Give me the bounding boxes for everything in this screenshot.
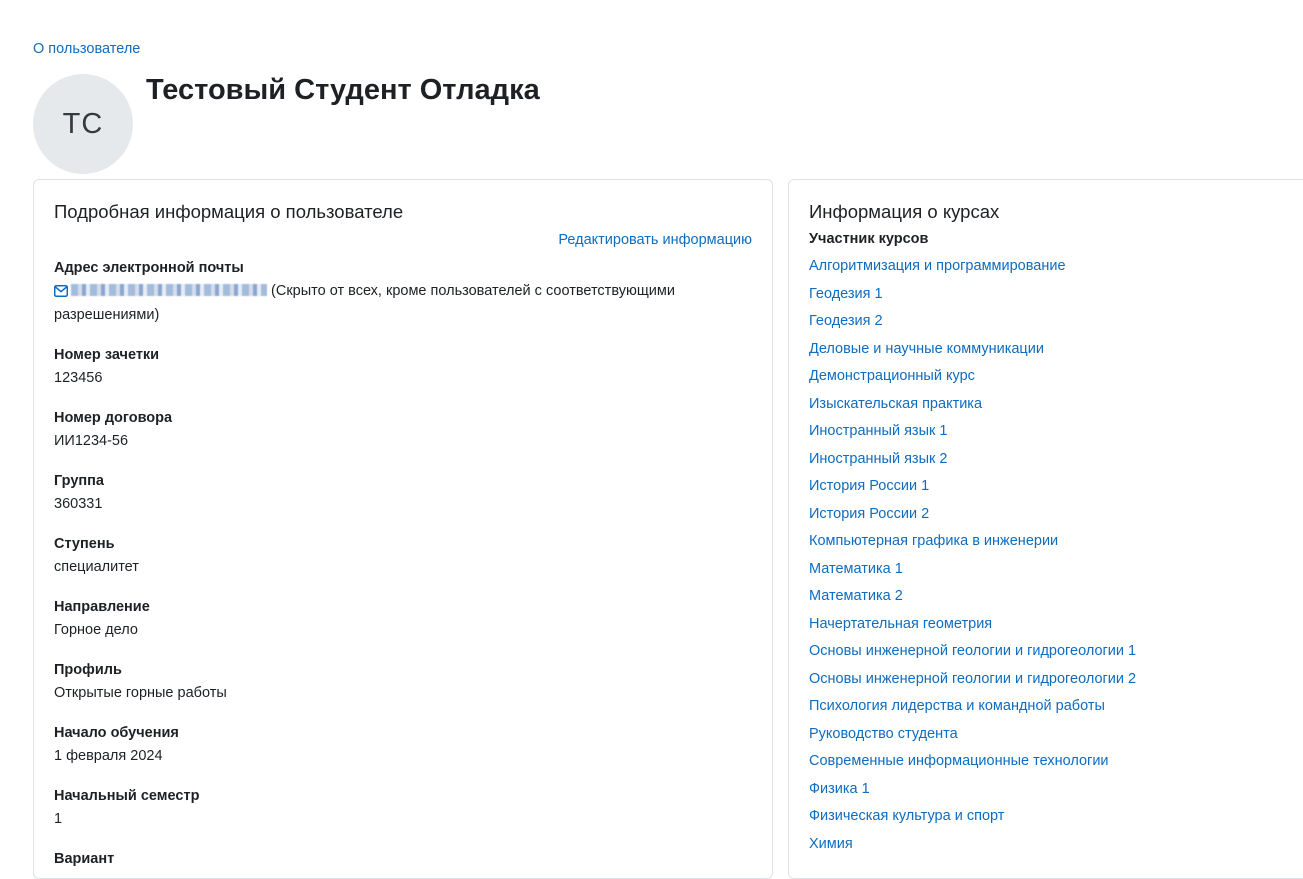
course-list-item: Геодезия 2: [809, 308, 1303, 336]
course-list-item: История России 1: [809, 473, 1303, 501]
email-field: Адрес электронной почты (Скрыто от всех,…: [54, 258, 752, 326]
profile-field: Номер договора ИИ1234-56: [54, 408, 752, 452]
course-link[interactable]: Изыскательская практика: [809, 396, 982, 412]
field-value: 1 февраля 2024: [54, 748, 163, 764]
course-link[interactable]: Демонстрационный курс: [809, 368, 975, 384]
field-value: Горное дело: [54, 622, 138, 638]
course-details-card: Информация о курсах Участник курсов Алго…: [788, 179, 1303, 879]
field-label: Направление: [54, 599, 150, 615]
field-value: 123456: [54, 370, 103, 386]
course-list-item: Изыскательская практика: [809, 391, 1303, 419]
course-link[interactable]: Химия: [809, 836, 853, 852]
course-link[interactable]: Начертательная геометрия: [809, 616, 992, 632]
email-address-link[interactable]: [71, 284, 267, 296]
course-link[interactable]: Психология лидерства и командной работы: [809, 698, 1105, 714]
course-link[interactable]: Иностранный язык 2: [809, 451, 947, 467]
course-list-item: Математика 1: [809, 556, 1303, 584]
course-list-item: Физика 1: [809, 776, 1303, 804]
course-list-item: Демонстрационный курс: [809, 363, 1303, 391]
field-label: Вариант: [54, 851, 115, 867]
course-link[interactable]: История России 1: [809, 478, 929, 494]
field-label: Группа: [54, 473, 104, 489]
course-list-item: Современные информационные технологии: [809, 748, 1303, 776]
course-details-title: Информация о курсах: [809, 201, 1000, 222]
field-label: Ступень: [54, 536, 115, 552]
course-profiles-heading: Участник курсов: [809, 231, 929, 247]
profile-field: Начальный семестр 1: [54, 786, 752, 830]
profile-field: Номер зачетки 123456: [54, 345, 752, 389]
course-link[interactable]: Компьютерная графика в инженерии: [809, 533, 1058, 549]
course-link[interactable]: Физическая культура и спорт: [809, 808, 1004, 824]
course-list-item: Алгоритмизация и программирование: [809, 253, 1303, 281]
envelope-icon: [54, 282, 68, 304]
course-link[interactable]: Деловые и научные коммуникации: [809, 341, 1044, 357]
profile-field: Вариант: [54, 849, 752, 869]
profile-field: Группа 360331: [54, 471, 752, 515]
course-list-item: Руководство студента: [809, 721, 1303, 749]
course-link[interactable]: История России 2: [809, 506, 929, 522]
course-list-item: Математика 2: [809, 583, 1303, 611]
edit-profile-link[interactable]: Редактировать информацию: [558, 232, 752, 248]
field-value: 360331: [54, 496, 103, 512]
page-title: Тестовый Студент Отладка: [146, 74, 540, 106]
course-link[interactable]: Основы инженерной геологии и гидрогеолог…: [809, 671, 1136, 687]
field-label: Номер зачетки: [54, 347, 160, 363]
course-list-item: Иностранный язык 1: [809, 418, 1303, 446]
course-list-item: Основы инженерной геологии и гидрогеолог…: [809, 638, 1303, 666]
course-list-item: Начертательная геометрия: [809, 611, 1303, 639]
course-link[interactable]: Геодезия 1: [809, 286, 883, 302]
course-link[interactable]: Алгоритмизация и программирование: [809, 258, 1066, 274]
course-list-item: Иностранный язык 2: [809, 446, 1303, 474]
course-link[interactable]: Физика 1: [809, 781, 870, 797]
course-list-item: Компьютерная графика в инженерии: [809, 528, 1303, 556]
course-link[interactable]: Современные информационные технологии: [809, 753, 1109, 769]
course-link[interactable]: Руководство студента: [809, 726, 958, 742]
profile-field: Направление Горное дело: [54, 597, 752, 641]
field-label: Начало обучения: [54, 725, 179, 741]
course-list-item: История России 2: [809, 501, 1303, 529]
course-list-item: Основы инженерной геологии и гидрогеолог…: [809, 666, 1303, 694]
field-value: специалитет: [54, 559, 139, 575]
course-list-item: Деловые и научные коммуникации: [809, 336, 1303, 364]
course-link[interactable]: Основы инженерной геологии и гидрогеолог…: [809, 643, 1136, 659]
profile-field: Начало обучения 1 февраля 2024: [54, 723, 752, 767]
field-label: Номер договора: [54, 410, 173, 426]
field-label: Профиль: [54, 662, 122, 678]
course-link[interactable]: Иностранный язык 1: [809, 423, 947, 439]
profile-field: Ступень специалитет: [54, 534, 752, 578]
avatar-initials: ТС: [62, 107, 104, 140]
user-details-card: Подробная информация о пользователе Реда…: [33, 179, 773, 879]
course-list-item: Психология лидерства и командной работы: [809, 693, 1303, 721]
field-value: Открытые горные работы: [54, 685, 227, 701]
course-list: Алгоритмизация и программирование Геодези…: [809, 253, 1303, 858]
course-link[interactable]: Математика 1: [809, 561, 903, 577]
field-value: ИИ1234-56: [54, 433, 129, 449]
email-label: Адрес электронной почты: [54, 260, 244, 276]
course-link[interactable]: Математика 2: [809, 588, 903, 604]
avatar: ТС: [33, 74, 133, 174]
field-label: Начальный семестр: [54, 788, 200, 804]
breadcrumb-about-user[interactable]: О пользователе: [33, 41, 140, 57]
profile-field: Профиль Открытые горные работы: [54, 660, 752, 704]
course-list-item: Физическая культура и спорт: [809, 803, 1303, 831]
field-value: 1: [54, 811, 63, 827]
user-details-title: Подробная информация о пользователе: [54, 201, 404, 222]
course-list-item: Геодезия 1: [809, 281, 1303, 309]
course-link[interactable]: Геодезия 2: [809, 313, 883, 329]
